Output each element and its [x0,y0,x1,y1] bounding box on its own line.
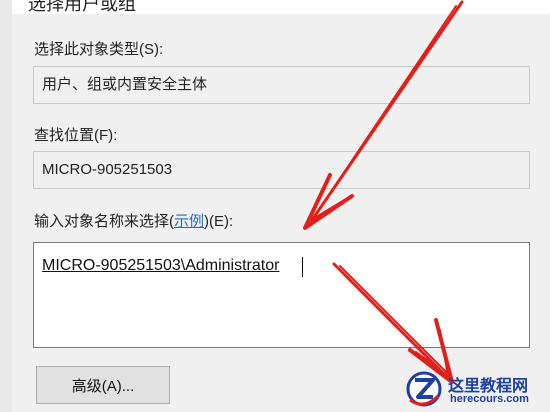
arrow-lower-shaft [332,262,450,380]
arrow-lower-shaft-2 [339,265,447,373]
arrow-upper-shaft-2 [315,5,457,215]
site-watermark: 这里教程网 herecours.com [400,366,550,412]
watermark-logo-icon [406,371,442,407]
red-arrow-annotations [303,0,464,384]
watermark-url: herecours.com [450,393,529,405]
